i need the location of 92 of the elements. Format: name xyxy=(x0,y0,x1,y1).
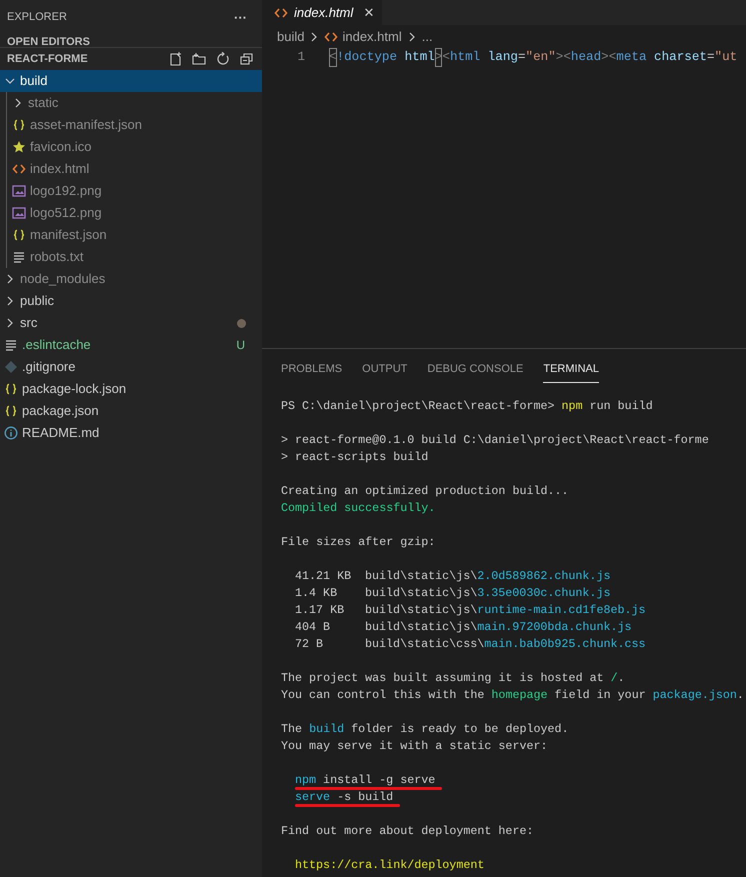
command-line: serve -s build xyxy=(295,789,394,806)
file-name: node_modules xyxy=(20,270,106,288)
terminal-line: Find out more about deployment here: xyxy=(281,823,534,840)
file-name: static xyxy=(28,94,60,112)
info-icon xyxy=(4,426,18,440)
lines-icon xyxy=(12,250,26,264)
file-name: package.json xyxy=(22,402,100,420)
terminal-line: build\static\js\3.35e0030c.chunk.js xyxy=(365,585,610,602)
braces-icon xyxy=(12,118,26,132)
file-name: .eslintcache xyxy=(22,336,92,354)
braces-icon xyxy=(4,404,18,418)
line-number: 1 xyxy=(296,49,305,66)
terminal-line: build\static\js\main.97200bda.chunk.js xyxy=(365,619,632,636)
refresh-icon[interactable] xyxy=(216,52,230,66)
tree-item[interactable]: src xyxy=(0,312,262,334)
new-file-icon[interactable] xyxy=(168,52,182,66)
editor-tab[interactable]: index.html ✕ xyxy=(262,0,382,25)
tree-item[interactable]: package.json xyxy=(0,400,262,422)
terminal-line: The project was built assuming it is hosted at /. xyxy=(281,670,625,687)
tree-item[interactable]: favicon.ico xyxy=(0,136,262,158)
file-name: README.md xyxy=(22,424,100,442)
breadcrumb-item[interactable]: index.html xyxy=(342,27,402,47)
terminal-line: build\static\js\2.0d589862.chunk.js xyxy=(365,568,610,585)
braces-icon xyxy=(12,228,26,242)
file-name: logo192.png xyxy=(30,182,103,200)
braces-icon xyxy=(4,382,18,396)
lines-icon xyxy=(4,338,18,352)
file-name: .gitignore xyxy=(22,358,76,376)
terminal-line: build\static\css\main.bab0b925.chunk.css xyxy=(365,636,646,653)
terminal-line: You can control this with the homepage field in your package.json. xyxy=(281,687,744,704)
file-name: asset-manifest.json xyxy=(30,116,143,134)
tree-item[interactable]: index.html xyxy=(0,158,262,180)
file-size: 72 B xyxy=(295,636,324,653)
tree-item[interactable]: .eslintcache U xyxy=(0,334,262,356)
panel-tab[interactable]: PROBLEMS xyxy=(281,357,342,383)
file-name: public xyxy=(20,292,55,310)
tab-label: index.html xyxy=(294,4,354,22)
file-name: manifest.json xyxy=(30,226,108,244)
file-name: favicon.ico xyxy=(30,138,92,156)
image-icon xyxy=(12,206,26,220)
sidebar-title: EXPLORER xyxy=(7,10,67,26)
angle-brackets-icon xyxy=(12,162,26,176)
terminal-line: Creating an optimized production build... xyxy=(281,483,569,500)
command-line: npm install -g serve xyxy=(295,772,436,789)
tree-item[interactable]: public xyxy=(0,290,262,312)
file-name: build xyxy=(20,72,48,90)
angle-brackets-icon xyxy=(324,30,338,44)
file-size: 404 B xyxy=(295,619,332,636)
tree-item[interactable]: node_modules xyxy=(0,268,262,290)
terminal-line: You may serve it with a static server: xyxy=(281,738,548,755)
section-header[interactable]: OPEN EDITORS xyxy=(7,34,90,50)
more-actions-button[interactable]: ··· xyxy=(234,8,247,28)
angle-brackets-icon xyxy=(274,6,288,20)
tree-item[interactable]: static xyxy=(0,92,262,114)
tree-item[interactable]: logo192.png xyxy=(0,180,262,202)
tree-item[interactable]: logo512.png xyxy=(0,202,262,224)
star-icon xyxy=(12,140,26,154)
terminal-line: The build folder is ready to be deployed. xyxy=(281,721,569,738)
close-button[interactable]: ✕ xyxy=(363,2,374,22)
file-size: 41.21 KB xyxy=(295,568,352,585)
collapse-icon[interactable] xyxy=(240,52,254,66)
file-name: robots.txt xyxy=(30,248,84,266)
panel-tab[interactable]: TERMINAL xyxy=(543,357,599,383)
tree-item[interactable]: package-lock.json xyxy=(0,378,262,400)
panel-tab[interactable]: OUTPUT xyxy=(362,357,408,383)
terminal-line: > react-forme@0.1.0 build C:\daniel\project\React\react-forme xyxy=(281,432,709,449)
tree-item[interactable]: README.md xyxy=(0,422,262,444)
tree-item[interactable]: manifest.json xyxy=(0,224,262,246)
file-name: index.html xyxy=(30,160,90,178)
file-name: logo512.png xyxy=(30,204,103,222)
command-line: https://cra.link/deployment xyxy=(295,857,484,874)
new-folder-icon[interactable] xyxy=(192,52,206,66)
tree-item[interactable]: asset-manifest.json xyxy=(0,114,262,136)
breadcrumb-item[interactable]: ... xyxy=(422,27,433,47)
git-status: U xyxy=(236,337,245,354)
panel-tab[interactable]: DEBUG CONSOLE xyxy=(427,357,524,383)
file-name: package-lock.json xyxy=(22,380,128,398)
section-header[interactable]: REACT-FORME xyxy=(7,50,88,68)
terminal-line: build\static\js\runtime-main.cd1fe8eb.js xyxy=(365,602,646,619)
diamond-icon xyxy=(4,360,18,374)
file-size: 1.17 KB xyxy=(295,602,346,619)
tree-item[interactable]: build xyxy=(0,70,262,92)
terminal-line: Compiled successfully. xyxy=(281,500,436,517)
breadcrumb-item[interactable]: build xyxy=(277,27,304,47)
terminal-line: PS C:\daniel\project\React\react-forme> npm run build xyxy=(281,398,653,415)
terminal-line: > react-scripts build xyxy=(281,449,428,466)
file-name: src xyxy=(20,314,38,332)
tree-item[interactable]: .gitignore xyxy=(0,356,262,378)
file-size: 1.4 KB xyxy=(295,585,338,602)
terminal-line: File sizes after gzip: xyxy=(281,534,436,551)
image-icon xyxy=(12,184,26,198)
tree-item[interactable]: robots.txt xyxy=(0,246,262,268)
